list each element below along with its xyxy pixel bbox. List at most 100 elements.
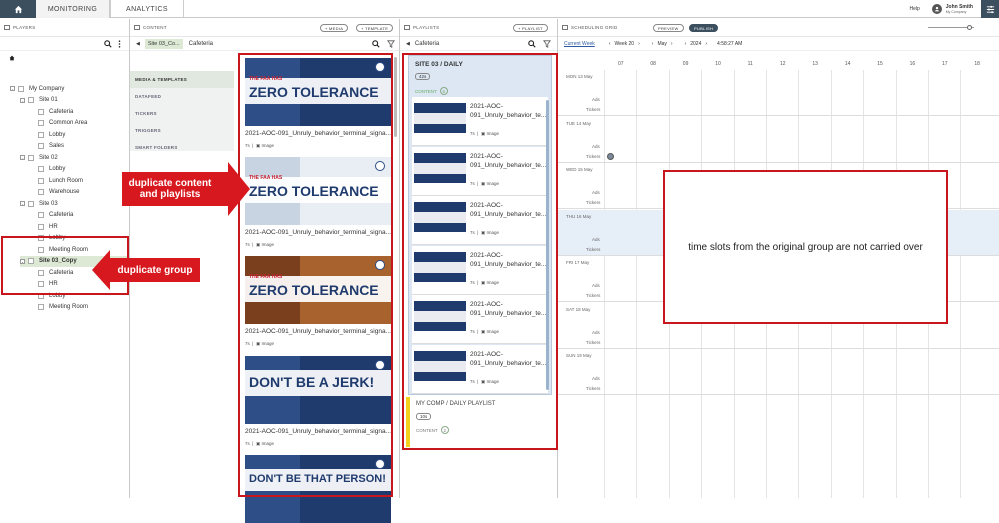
collapse-toggle-icon[interactable]: - <box>10 86 15 91</box>
tickers-label: Tickers <box>586 200 601 205</box>
tree-item[interactable]: Common Area <box>30 118 129 129</box>
tree-item[interactable]: Sales <box>30 141 129 152</box>
tree-item[interactable]: Cafeteria <box>30 106 129 117</box>
publish-button[interactable]: PUBLISH <box>689 24 719 32</box>
hour-label: 17 <box>942 61 948 67</box>
tree-item[interactable]: Lobby <box>30 164 129 175</box>
category-smart-folders[interactable]: SMART FOLDERS <box>130 139 234 156</box>
hour-label: 12 <box>780 61 786 67</box>
tree-checkbox[interactable] <box>38 223 44 230</box>
user-menu[interactable]: John Smith My Company <box>931 4 973 14</box>
search-icon[interactable] <box>372 39 380 48</box>
collapse-toggle-icon[interactable]: - <box>20 155 25 160</box>
ads-label: Ads <box>592 376 600 381</box>
content-header: CONTENT + MEDIA + TEMPLATE <box>130 19 399 37</box>
playlists-header: PLAYLISTS + PLAYLIST <box>400 19 557 37</box>
callout-arrow-right-icon <box>216 162 250 216</box>
tree-checkbox[interactable] <box>38 131 44 138</box>
tree-checkbox[interactable] <box>38 120 44 126</box>
content-scrollbar[interactable] <box>394 57 397 137</box>
add-playlist-button[interactable]: + PLAYLIST <box>513 24 548 32</box>
help-link[interactable]: Help <box>909 6 919 12</box>
filter-icon[interactable] <box>543 39 551 48</box>
tree-checkbox[interactable] <box>38 143 44 149</box>
tree-item-label: Site 01 <box>39 97 58 103</box>
search-icon[interactable] <box>104 39 112 48</box>
tab-analytics[interactable]: ANALYTICS <box>110 0 184 18</box>
tree-item[interactable]: Warehouse <box>30 187 129 198</box>
collapse-toggle-icon[interactable]: - <box>20 97 25 103</box>
hour-label: 08 <box>650 61 656 67</box>
ads-label: Ads <box>592 190 600 195</box>
content-filter-value[interactable]: Cafeteria <box>189 41 213 47</box>
playlist-filter-value[interactable]: Cafeteria <box>415 41 439 47</box>
ticker-marker-icon[interactable] <box>607 152 614 160</box>
day-label: FRI 17 May <box>566 260 590 265</box>
preview-button[interactable]: PREVIEW <box>653 24 684 32</box>
year-label: 2024 <box>690 40 702 47</box>
hour-label: 07 <box>618 61 624 67</box>
add-template-button[interactable]: + TEMPLATE <box>356 24 394 32</box>
hour-label: 16 <box>909 61 916 67</box>
site-filter-chip[interactable]: Site 03_Co... <box>144 38 183 49</box>
tree-checkbox[interactable] <box>38 108 44 115</box>
tree-item-label: Common Area <box>49 120 88 126</box>
tree-item[interactable]: - Site 01 <box>20 95 120 106</box>
tree-checkbox[interactable] <box>38 304 44 310</box>
home-icon <box>9 55 15 61</box>
category-tickers[interactable]: TICKERS <box>130 105 234 122</box>
prev-month-icon[interactable]: ‹ <box>652 41 654 47</box>
tab-monitoring-label: MONITORING <box>47 5 98 13</box>
tree-item[interactable]: Cafeteria <box>30 210 129 221</box>
tree-item[interactable]: HR <box>30 221 129 232</box>
tree-checkbox[interactable] <box>28 200 34 207</box>
tree-item[interactable]: - Site 03 <box>20 198 120 209</box>
note-text: time slots from the original group are n… <box>688 241 923 253</box>
hour-label: 09 <box>682 61 689 67</box>
tree-checkbox[interactable] <box>28 97 34 103</box>
category-datafeed[interactable]: DATAFEED <box>130 88 234 105</box>
tree-item[interactable]: - Site 02 <box>20 152 120 163</box>
current-week-link[interactable]: Current Week <box>564 41 595 47</box>
tree-checkbox[interactable] <box>38 189 44 195</box>
tickers-label: Tickers <box>586 107 601 112</box>
day-row[interactable]: SUN 19 May Ads Tickers <box>558 349 999 395</box>
day-label: SUN 19 May <box>566 353 592 358</box>
next-week-icon[interactable]: › <box>638 41 640 47</box>
next-month-icon[interactable]: › <box>671 41 673 47</box>
players-toolbar <box>0 37 129 51</box>
tree-item[interactable]: Meeting Room <box>30 302 129 313</box>
more-vertical-icon[interactable] <box>118 39 121 48</box>
tree-item[interactable]: Lobby <box>30 129 129 140</box>
avatar <box>931 4 942 14</box>
day-row[interactable]: TUE 14 May Ads Tickers <box>558 117 999 163</box>
tree-checkbox[interactable] <box>18 85 24 92</box>
tree-checkbox[interactable] <box>38 177 44 184</box>
chevron-left-icon[interactable]: ◀ <box>406 41 410 47</box>
home-node-icon[interactable] <box>9 55 15 63</box>
prev-week-icon[interactable]: ‹ <box>609 41 611 47</box>
tree-checkbox[interactable] <box>28 154 34 161</box>
add-media-button[interactable]: + MEDIA <box>320 24 349 32</box>
tree-checkbox[interactable] <box>38 212 44 218</box>
zoom-slider-handle[interactable] <box>967 25 972 30</box>
tab-monitoring[interactable]: MONITORING <box>36 0 110 18</box>
hour-label: 13 <box>812 61 818 67</box>
tree-item[interactable]: Lunch Room <box>30 175 129 186</box>
day-row[interactable]: MON 13 May Ads Tickers <box>558 70 999 116</box>
prev-year-icon[interactable]: ‹ <box>685 41 687 47</box>
search-icon[interactable] <box>528 39 536 48</box>
category-triggers[interactable]: TRIGGERS <box>130 122 234 139</box>
schedule-nav-bar: Current Week ‹ Week 20 › ‹ May › ‹ 2024 … <box>558 37 999 51</box>
tree-item[interactable]: - My Company <box>10 83 110 94</box>
category-media-templates[interactable]: MEDIA & TEMPLATES <box>130 71 234 88</box>
tree-checkbox[interactable] <box>38 166 44 172</box>
home-button[interactable] <box>0 0 36 18</box>
filter-icon[interactable] <box>387 39 395 48</box>
next-year-icon[interactable]: › <box>705 41 707 47</box>
collapse-toggle-icon[interactable]: - <box>20 201 25 206</box>
content-filter-bar: ◀ Site 03_Co... Cafeteria <box>130 37 399 51</box>
chevron-left-icon[interactable]: ◀ <box>136 41 140 47</box>
settings-button[interactable] <box>981 0 999 18</box>
ads-label: Ads <box>592 97 600 102</box>
